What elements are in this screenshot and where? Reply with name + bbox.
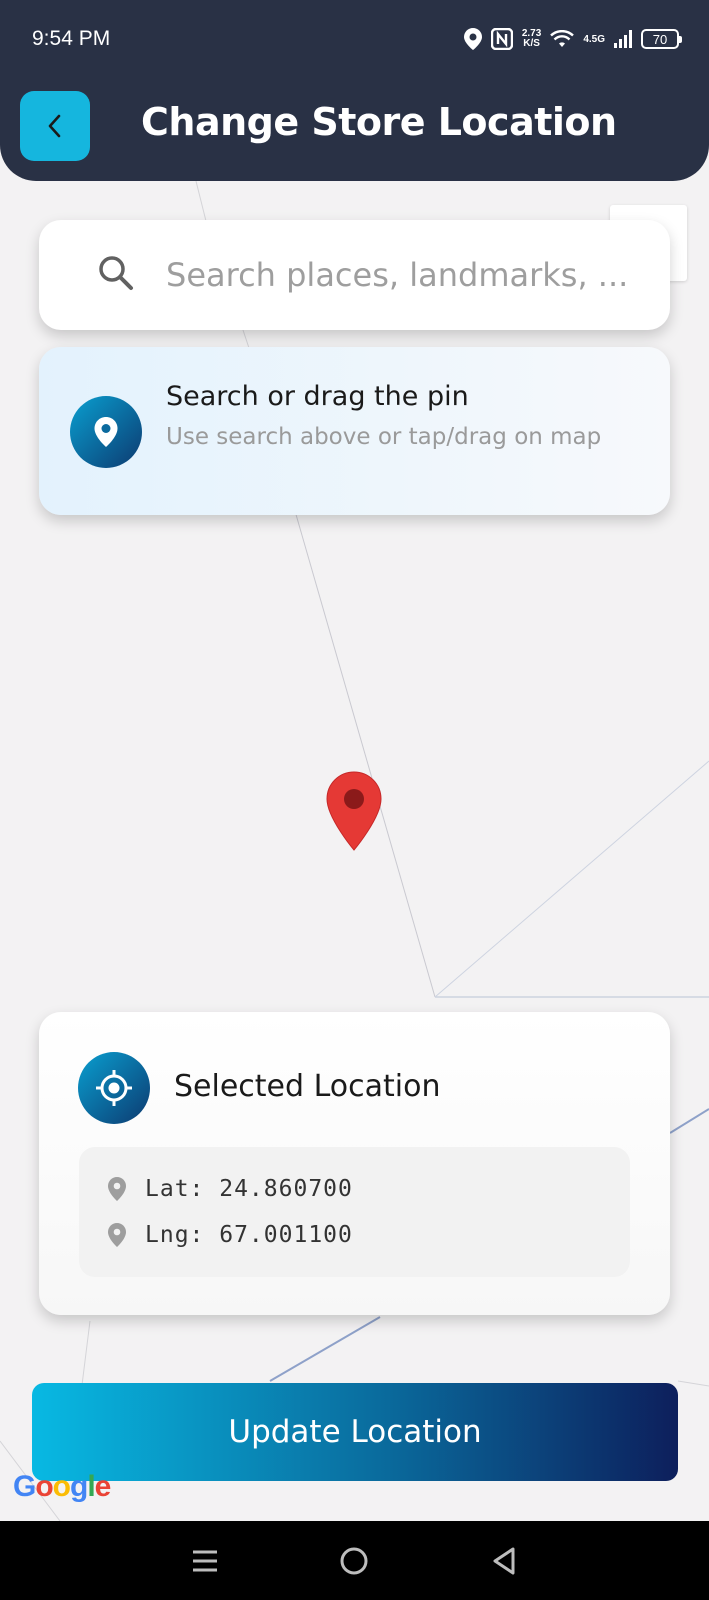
- longitude-row: Lng: 67.001100: [107, 1222, 353, 1248]
- hint-title: Search or drag the pin: [166, 381, 469, 412]
- nfc-icon: [490, 28, 513, 50]
- location-status-icon: [463, 28, 482, 50]
- wifi-icon: [550, 30, 575, 47]
- menu-icon: [192, 1550, 217, 1571]
- latitude-pin-icon: [108, 1177, 126, 1201]
- longitude-pin-icon: [108, 1223, 126, 1247]
- search-icon: [99, 256, 133, 290]
- latitude-row: Lat: 24.860700: [107, 1176, 353, 1202]
- longitude-value: Lng: 67.001100: [145, 1222, 353, 1248]
- selected-location-title: Selected Location: [174, 1069, 441, 1104]
- search-input[interactable]: [166, 250, 636, 300]
- map-pin-icon: [70, 396, 142, 468]
- back-icon: [48, 114, 61, 138]
- home-icon: [340, 1547, 368, 1574]
- hint-subtitle: Use search above or tap/drag on map: [166, 424, 602, 450]
- signal-icon: [614, 30, 632, 48]
- coordinates-box: Lat: 24.860700 Lng: 67.001100: [79, 1147, 630, 1277]
- menu-nav-button[interactable]: [175, 1531, 235, 1591]
- target-icon: [78, 1052, 150, 1124]
- battery-level: 70: [652, 31, 668, 47]
- status-icons: 2.73 K/S 4.5G 70: [463, 24, 682, 54]
- page-title: Change Store Location: [141, 100, 617, 144]
- speed-unit: K/S: [523, 38, 540, 49]
- battery-icon: 70: [641, 29, 682, 49]
- back-nav-icon: [493, 1547, 515, 1574]
- status-time: 9:54 PM: [32, 27, 111, 50]
- system-nav-bar: [0, 1521, 709, 1600]
- back-nav-button[interactable]: [474, 1531, 534, 1591]
- network-type: 4.5G: [583, 33, 605, 45]
- google-logo: Google: [13, 1470, 111, 1503]
- home-nav-button[interactable]: [324, 1531, 384, 1591]
- update-location-button[interactable]: Update Location: [32, 1383, 678, 1481]
- map-marker-pin[interactable]: [324, 770, 384, 852]
- status-bar: 9:54 PM 2.73 K/S 4.5G 70: [0, 24, 709, 54]
- back-button[interactable]: [20, 91, 90, 161]
- latitude-value: Lat: 24.860700: [145, 1176, 353, 1202]
- app-header: 9:54 PM 2.73 K/S 4.5G 70 Change Store Lo…: [0, 0, 709, 181]
- network-speed: 2.73 K/S: [522, 29, 541, 49]
